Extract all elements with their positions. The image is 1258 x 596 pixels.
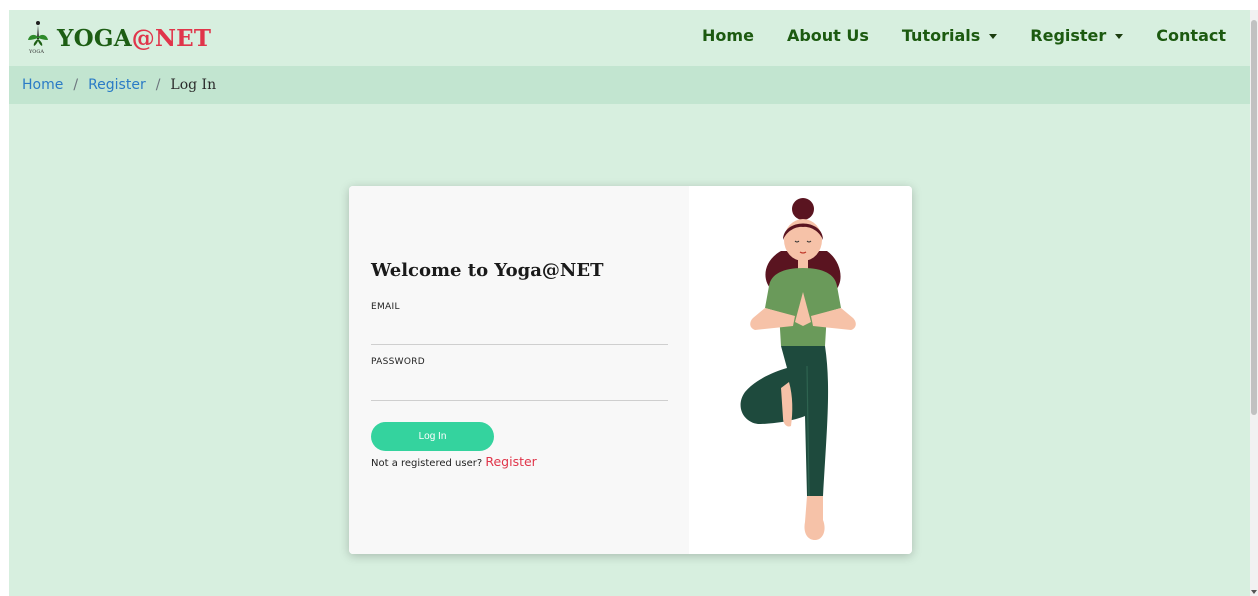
register-link[interactable]: Register (485, 454, 536, 469)
scroll-down-icon[interactable] (1251, 590, 1257, 594)
login-title: Welcome to Yoga@NET (371, 260, 604, 281)
login-button[interactable]: Log In (371, 422, 494, 451)
email-field[interactable] (371, 321, 668, 345)
breadcrumb-separator: / (73, 77, 79, 93)
caret-down-icon (1115, 33, 1124, 39)
illustration-panel (689, 186, 912, 554)
breadcrumb-current: Log In (170, 77, 217, 93)
breadcrumb-separator: / (155, 77, 161, 93)
password-label: PASSWORD (371, 357, 426, 367)
login-form: Welcome to Yoga@NET EMAIL PASSWORD Log I… (349, 186, 689, 554)
main-nav: Home About Us Tutorials Register Contact (669, 10, 1226, 60)
register-prompt: Not a registered user? Register (371, 454, 537, 469)
brand-name: YOGA@NET (57, 24, 212, 52)
breadcrumb: Home / Register / Log In (9, 66, 1250, 104)
brand[interactable]: YOGA YOGA@NET (25, 16, 211, 60)
password-field[interactable] (371, 377, 668, 401)
nav-register[interactable]: Register (1030, 26, 1124, 45)
not-registered-text: Not a registered user? (371, 458, 483, 469)
page: YOGA YOGA@NET Home About Us Tutorials Re… (9, 10, 1250, 596)
page-scrollbar[interactable] (1250, 10, 1258, 596)
yoga-woman-illustration (740, 198, 856, 540)
nav-about-us[interactable]: About Us (787, 26, 869, 45)
caret-down-icon (989, 33, 998, 39)
email-label: EMAIL (371, 302, 400, 312)
logo-caption: YOGA (29, 49, 45, 55)
yoga-figure-logo-icon: YOGA (25, 19, 51, 57)
breadcrumb-register[interactable]: Register (88, 77, 146, 93)
nav-contact[interactable]: Contact (1156, 26, 1226, 45)
scrollbar-thumb[interactable] (1251, 20, 1257, 415)
breadcrumb-home[interactable]: Home (22, 77, 63, 93)
login-card: Welcome to Yoga@NET EMAIL PASSWORD Log I… (349, 186, 912, 554)
nav-home[interactable]: Home (702, 26, 754, 45)
nav-tutorials[interactable]: Tutorials (902, 26, 998, 45)
navbar: YOGA YOGA@NET Home About Us Tutorials Re… (9, 10, 1250, 66)
